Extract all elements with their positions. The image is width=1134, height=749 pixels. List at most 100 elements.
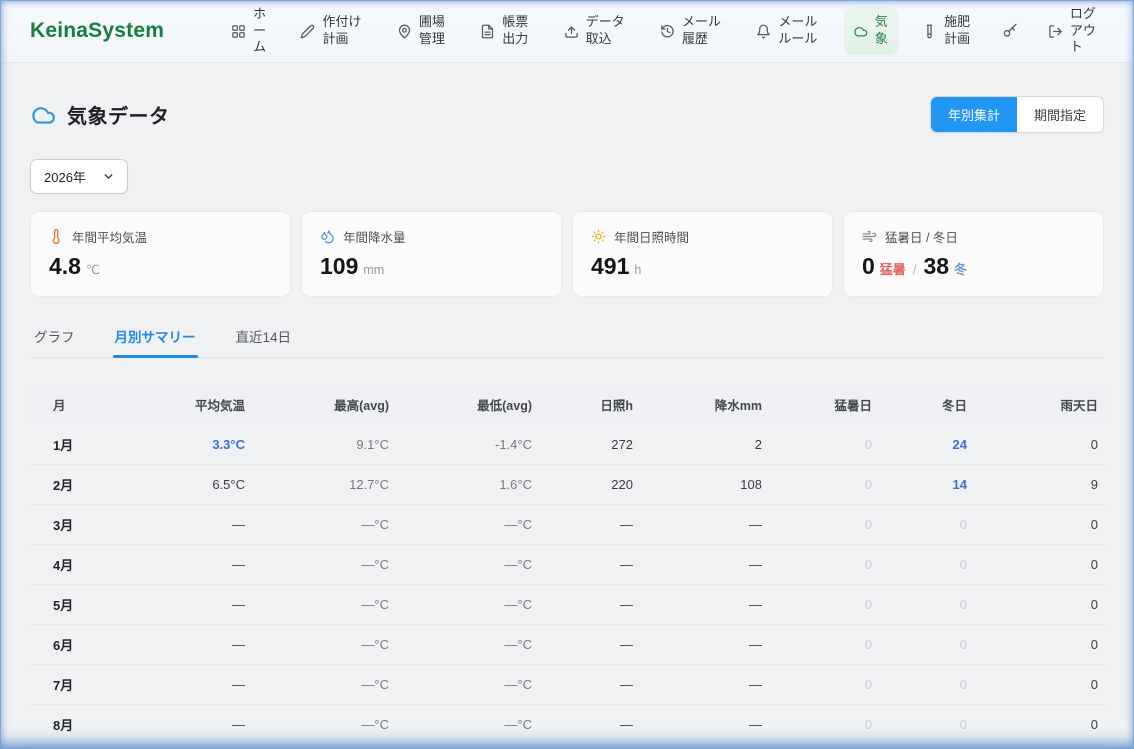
- stat-card-extreme-days: 猛暑日 / 冬日 0 猛暑 / 38 冬: [843, 211, 1104, 297]
- nav-item-mail-history[interactable]: メール履歴: [651, 7, 733, 55]
- month-cell: 3月: [28, 505, 98, 545]
- nav-item-label: メールルール: [778, 14, 820, 48]
- nav-item-data-import[interactable]: データ取込: [555, 7, 637, 55]
- table-cell: 0: [880, 745, 975, 749]
- navbar: KeinaSystem ホーム 作付け計画 圃場管理 帳票出力 データ取込: [0, 0, 1134, 63]
- table-cell: 6.5°C: [98, 465, 253, 505]
- upload-icon: [564, 24, 579, 39]
- month-cell: 4月: [28, 545, 98, 585]
- table-cell: —°C: [253, 625, 397, 665]
- table-cell: 0: [975, 625, 1106, 665]
- table-cell: —°C: [253, 585, 397, 625]
- table-cell: —°C: [253, 705, 397, 745]
- table-cell: 0: [770, 665, 880, 705]
- nav-item-home[interactable]: ホーム: [222, 0, 277, 63]
- table-cell: —: [641, 585, 770, 625]
- tab-graph[interactable]: グラフ: [32, 326, 77, 357]
- tab-recent-14-days[interactable]: 直近14日: [234, 326, 294, 357]
- month-cell: 8月: [28, 705, 98, 745]
- nav-item-label: ホーム: [253, 6, 268, 57]
- month-cell: 9月: [28, 745, 98, 749]
- table-header-cell: 猛暑日: [770, 384, 880, 425]
- stat-label: 年間日照時間: [614, 227, 689, 246]
- month-cell: 7月: [28, 665, 98, 705]
- table-cell: —: [641, 705, 770, 745]
- thermometer-icon: [49, 229, 64, 244]
- table-header-cell: 日照h: [540, 384, 641, 425]
- table-row: 2月6.5°C12.7°C1.6°C2201080149: [28, 465, 1106, 505]
- table-row: 7月——°C—°C——000: [28, 665, 1106, 705]
- table-cell: 0: [770, 705, 880, 745]
- winter-days-tag: 冬: [954, 259, 967, 278]
- winter-days-value: 38: [923, 253, 949, 280]
- tab-bar: グラフ 月別サマリー 直近14日: [30, 326, 1104, 358]
- dashboard-icon: [231, 24, 246, 39]
- key-button[interactable]: [996, 16, 1024, 46]
- table-cell: —: [641, 745, 770, 749]
- table-cell: 272: [540, 425, 641, 465]
- table-cell: 0: [975, 705, 1106, 745]
- nav-item-planting-plan[interactable]: 作付け計画: [291, 7, 373, 55]
- table-cell: 14: [880, 465, 975, 505]
- table-cell: —: [98, 625, 253, 665]
- nav-item-field-management[interactable]: 圃場管理: [388, 7, 457, 55]
- table-cell: 0: [770, 425, 880, 465]
- table-cell: —: [98, 705, 253, 745]
- table-header-cell: 最高(avg): [253, 384, 397, 425]
- nav-item-label: メール履歴: [682, 14, 724, 48]
- stat-value: 4.8: [49, 253, 81, 280]
- history-icon: [660, 24, 675, 39]
- table-header-cell: 雨天日: [975, 384, 1106, 425]
- map-pin-icon: [397, 24, 412, 39]
- table-cell: 24: [880, 425, 975, 465]
- nav-item-report-output[interactable]: 帳票出力: [471, 7, 540, 55]
- brand-logo: KeinaSystem: [30, 19, 164, 43]
- year-select-value: 2026年: [44, 167, 86, 186]
- nav-item-mail-rules[interactable]: メールルール: [747, 7, 829, 55]
- hot-days-tag: 猛暑: [880, 259, 906, 278]
- table-cell: —: [540, 505, 641, 545]
- table-cell: —°C: [253, 745, 397, 749]
- period-select-button[interactable]: 期間指定: [1017, 97, 1103, 132]
- stat-unit: ℃: [86, 262, 100, 277]
- table-cell: 220: [540, 465, 641, 505]
- nav-item-label: ログアウト: [1070, 6, 1099, 57]
- nav-item-logout[interactable]: ログアウト: [1039, 0, 1108, 63]
- tab-monthly-summary[interactable]: 月別サマリー: [113, 326, 198, 357]
- table-cell: 0: [880, 665, 975, 705]
- table-cell: —: [641, 505, 770, 545]
- table-cell: 0: [770, 745, 880, 749]
- month-cell: 1月: [28, 425, 98, 465]
- yearly-summary-button[interactable]: 年別集計: [931, 97, 1017, 132]
- table-cell: —: [540, 545, 641, 585]
- stat-label: 猛暑日 / 冬日: [885, 227, 958, 246]
- table-cell: —: [98, 505, 253, 545]
- table-cell: 0: [975, 585, 1106, 625]
- table-header: 月平均気温最高(avg)最低(avg)日照h降水mm猛暑日冬日雨天日: [28, 384, 1106, 425]
- nav-item-fertilizer-plan[interactable]: 施肥計画: [913, 7, 982, 55]
- table-cell: 0: [975, 425, 1106, 465]
- nav-item-weather[interactable]: 気象: [844, 7, 899, 55]
- table-cell: —°C: [397, 665, 540, 705]
- nav-item-label: 作付け計画: [322, 14, 364, 48]
- bell-icon: [756, 24, 771, 39]
- table-row: 4月——°C—°C——000: [28, 545, 1106, 585]
- stat-value: 109: [320, 253, 358, 280]
- table-cell: 0: [770, 545, 880, 585]
- nav-item-label: 帳票出力: [502, 14, 531, 48]
- table-cell: 12.7°C: [253, 465, 397, 505]
- table-cell: 0: [880, 585, 975, 625]
- table-row: 8月——°C—°C——000: [28, 705, 1106, 745]
- stat-label: 年間降水量: [343, 227, 406, 246]
- nav-item-label: 気象: [875, 14, 890, 48]
- nav-item-label: 圃場管理: [419, 14, 448, 48]
- year-select[interactable]: 2026年: [30, 159, 128, 194]
- table-cell: —°C: [397, 625, 540, 665]
- table-row: 5月——°C—°C——000: [28, 585, 1106, 625]
- page-title: 気象データ: [67, 100, 170, 129]
- table-cell: —: [540, 705, 641, 745]
- table-cell: 9: [975, 465, 1106, 505]
- month-cell: 6月: [28, 625, 98, 665]
- stat-card-sunshine: 年間日照時間 491 h: [572, 211, 833, 297]
- table-cell: 1.6°C: [397, 465, 540, 505]
